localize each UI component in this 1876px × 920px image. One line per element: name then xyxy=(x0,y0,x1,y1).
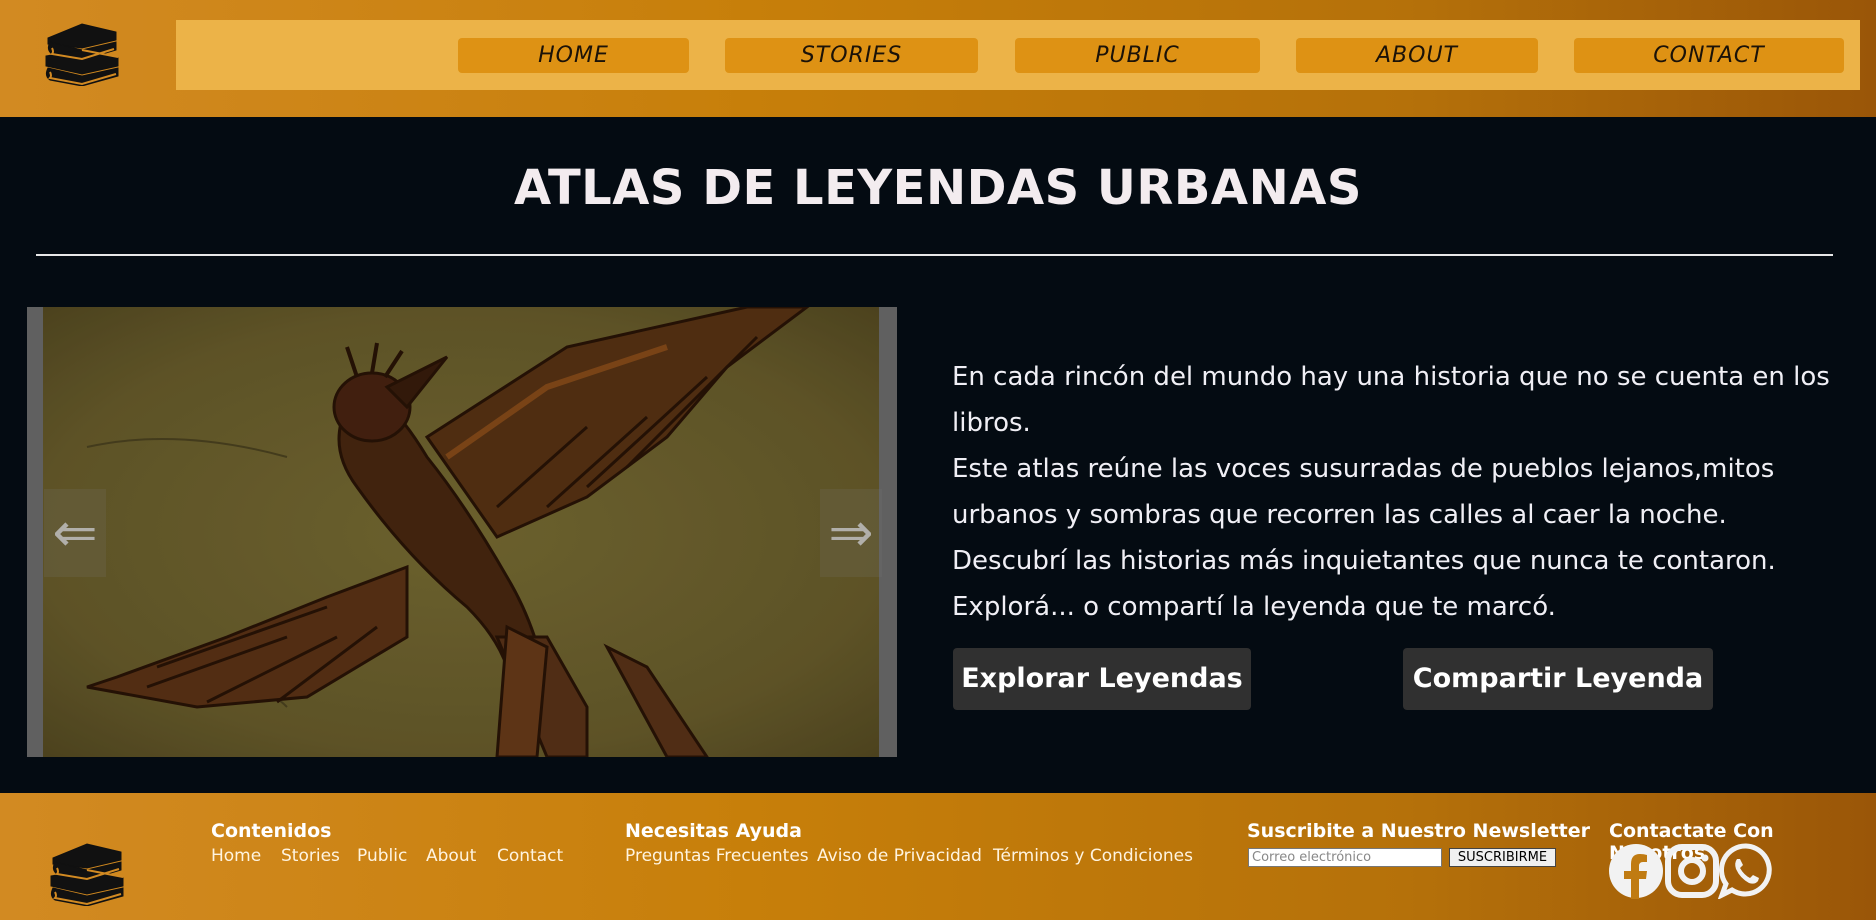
intro-line: En cada rincón del mundo hay una histori… xyxy=(952,362,1830,438)
footer-link-privacy[interactable]: Aviso de Privacidad xyxy=(817,846,982,866)
footer-link-stories[interactable]: Stories xyxy=(281,846,340,866)
footer-link-terms[interactable]: Términos y Condiciones xyxy=(993,846,1193,866)
intro-line: Explorá... o compartí la leyenda que te … xyxy=(952,592,1556,622)
instagram-icon[interactable] xyxy=(1664,843,1720,899)
nav-home[interactable]: HOME xyxy=(458,38,689,73)
footer-link-home[interactable]: Home xyxy=(211,846,261,866)
nav-stories[interactable]: STORIES xyxy=(725,38,978,73)
page-title: ATLAS DE LEYENDAS URBANAS xyxy=(514,160,1362,216)
intro-line: Descubrí las historias más inquietantes … xyxy=(952,546,1776,576)
newsletter-subscribe-button[interactable]: SUSCRIBIRME xyxy=(1449,848,1556,867)
footer-link-about[interactable]: About xyxy=(426,846,476,866)
books-logo-icon[interactable] xyxy=(47,840,127,906)
footer-newsletter-heading: Suscribite a Nuestro Newsletter xyxy=(1247,820,1591,842)
nav-contact[interactable]: CONTACT xyxy=(1574,38,1844,73)
whatsapp-icon[interactable] xyxy=(1718,843,1774,899)
title-divider xyxy=(36,254,1833,256)
footer-link-public[interactable]: Public xyxy=(357,846,407,866)
carousel-prev-arrow-icon[interactable]: ⇐ xyxy=(44,489,106,577)
image-carousel[interactable]: ⇐ ⇒ xyxy=(27,307,897,757)
nav-about[interactable]: ABOUT xyxy=(1296,38,1538,73)
intro-text: En cada rincón del mundo hay una histori… xyxy=(952,354,1832,630)
explore-legends-button[interactable]: Explorar Leyendas xyxy=(953,648,1251,710)
books-logo-icon[interactable] xyxy=(42,20,122,86)
newsletter-email-input[interactable] xyxy=(1248,848,1442,867)
footer-help-heading: Necesitas Ayuda xyxy=(625,820,802,842)
nav-public[interactable]: PUBLIC xyxy=(1015,38,1260,73)
facebook-icon[interactable] xyxy=(1608,843,1664,899)
bird-illustration-image xyxy=(27,307,897,757)
site-header: HOME STORIES PUBLIC ABOUT CONTACT xyxy=(0,0,1876,117)
footer-link-faq[interactable]: Preguntas Frecuentes xyxy=(625,846,809,866)
share-legend-button[interactable]: Compartir Leyenda xyxy=(1403,648,1713,710)
footer-link-contact[interactable]: Contact xyxy=(497,846,563,866)
intro-line: Este atlas reúne las voces susurradas de… xyxy=(952,454,1775,530)
carousel-next-arrow-icon[interactable]: ⇒ xyxy=(820,489,882,577)
footer-contents-heading: Contenidos xyxy=(211,820,332,842)
main-nav: HOME STORIES PUBLIC ABOUT CONTACT xyxy=(176,20,1860,90)
